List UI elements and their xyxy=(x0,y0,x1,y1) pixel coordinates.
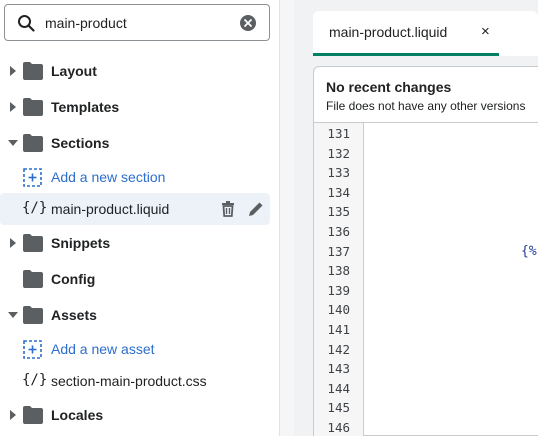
code-file-icon: {/} xyxy=(22,372,48,388)
search-input-value: main-product xyxy=(45,15,127,31)
editor-panel: No recent changes File does not have any… xyxy=(313,66,538,436)
close-tab-icon[interactable]: × xyxy=(481,23,490,41)
clear-circle-icon[interactable] xyxy=(240,15,256,31)
add-dashed-icon xyxy=(23,340,42,359)
caret-down-icon xyxy=(8,312,18,318)
line-number: 144 xyxy=(327,381,350,396)
active-tab-indicator xyxy=(313,53,499,56)
code-file-icon: {/} xyxy=(22,200,48,216)
add-link-label: Add a new section xyxy=(51,169,166,185)
folder-icon xyxy=(23,134,43,152)
version-status-subtitle: File does not have any other versions xyxy=(326,99,526,113)
version-status-title: No recent changes xyxy=(326,79,452,95)
folder-snippets[interactable]: Snippets xyxy=(0,227,270,259)
tab-main-product-liquid[interactable]: main-product.liquid × xyxy=(313,11,538,56)
tab-label: main-product.liquid xyxy=(329,24,448,40)
line-number: 135 xyxy=(327,204,350,219)
folder-icon xyxy=(23,62,43,80)
folder-label: Locales xyxy=(51,407,104,423)
line-number: 133 xyxy=(327,165,350,180)
search-input[interactable]: main-product xyxy=(4,4,270,41)
folder-assets[interactable]: Assets xyxy=(0,299,270,331)
line-number: 137 xyxy=(327,244,350,259)
add-dashed-icon xyxy=(23,168,42,187)
folder-label: Config xyxy=(51,271,96,287)
caret-right-icon xyxy=(10,102,16,112)
line-number-gutter: 131 132 133 134 135 136 137 138 139 140 … xyxy=(314,123,364,436)
line-number: 141 xyxy=(327,322,350,337)
line-number: 131 xyxy=(327,126,350,141)
line-number: 139 xyxy=(327,283,350,298)
caret-right-icon xyxy=(10,410,16,420)
folder-icon xyxy=(23,98,43,116)
line-number: 143 xyxy=(327,361,350,376)
folder-label: Templates xyxy=(51,99,120,115)
file-sidebar: main-product Layout Templates Sections A… xyxy=(0,0,279,436)
folder-icon xyxy=(23,406,43,424)
folder-sections[interactable]: Sections xyxy=(0,127,270,159)
file-main-product-liquid[interactable]: {/} main-product.liquid xyxy=(0,193,270,225)
line-number: 136 xyxy=(327,224,350,239)
line-number: 134 xyxy=(327,185,350,200)
folder-icon xyxy=(23,306,43,324)
caret-right-icon xyxy=(10,66,16,76)
folder-templates[interactable]: Templates xyxy=(0,91,270,123)
folder-config[interactable]: Config xyxy=(0,263,270,295)
add-link-label: Add a new asset xyxy=(51,341,155,357)
line-number: 145 xyxy=(327,400,350,415)
folder-layout[interactable]: Layout xyxy=(0,55,270,87)
file-label: main-product.liquid xyxy=(51,201,170,217)
line-number: 138 xyxy=(327,263,350,278)
line-number: 140 xyxy=(327,302,350,317)
search-icon xyxy=(18,15,35,32)
folder-label: Sections xyxy=(51,135,110,151)
trash-icon[interactable] xyxy=(219,200,237,218)
line-number: 142 xyxy=(327,342,350,357)
caret-down-icon xyxy=(8,140,18,146)
folder-locales[interactable]: Locales xyxy=(0,399,270,431)
folder-label: Snippets xyxy=(51,235,111,251)
code-text: {% xyxy=(521,244,537,259)
folder-label: Assets xyxy=(51,307,97,323)
folder-icon xyxy=(23,234,43,252)
file-label: section-main-product.css xyxy=(51,373,207,389)
add-new-asset-link[interactable]: Add a new asset xyxy=(0,333,270,365)
caret-right-icon xyxy=(10,238,16,248)
resize-gutter[interactable] xyxy=(280,0,294,436)
line-number: 146 xyxy=(327,420,350,435)
file-section-main-product-css[interactable]: {/} section-main-product.css xyxy=(0,365,270,397)
folder-icon xyxy=(23,270,43,288)
edit-pencil-icon[interactable] xyxy=(247,200,265,218)
folder-label: Layout xyxy=(51,63,97,79)
add-new-section-link[interactable]: Add a new section xyxy=(0,161,270,193)
line-number: 132 xyxy=(327,146,350,161)
